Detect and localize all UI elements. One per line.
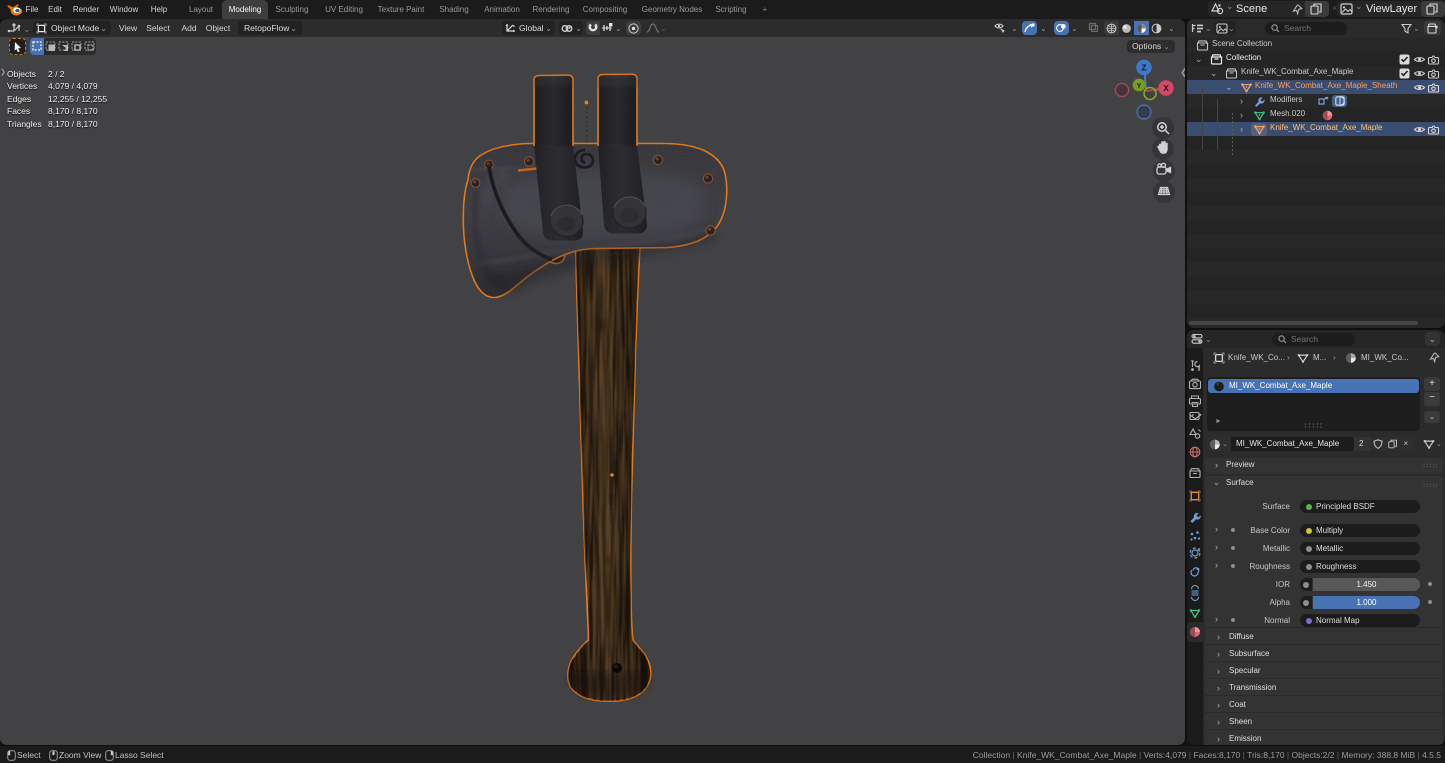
svg-text:X: X bbox=[1163, 84, 1169, 93]
svg-text:Z: Z bbox=[1142, 64, 1147, 73]
svg-text:Y: Y bbox=[1137, 83, 1142, 90]
